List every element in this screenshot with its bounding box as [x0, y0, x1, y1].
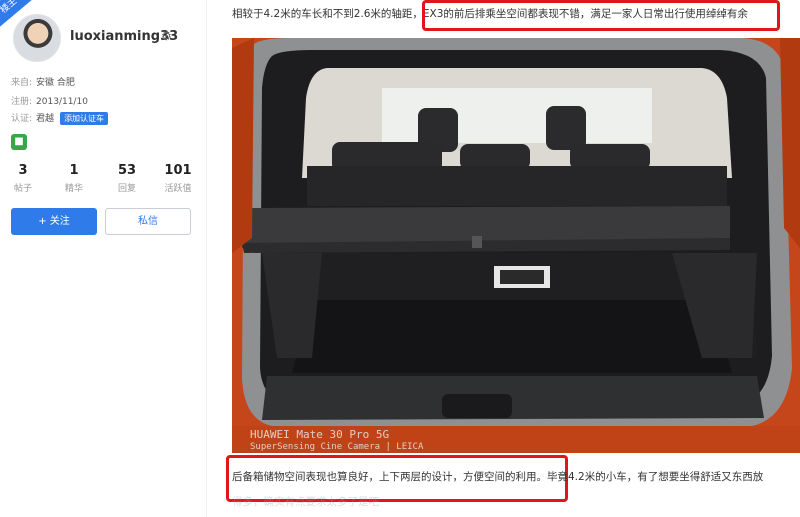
stat-label: 回复 — [117, 184, 136, 194]
car-badge-icon: ⚙ — [161, 29, 172, 43]
stat-label: 精华 — [64, 184, 83, 194]
camera-watermark-lens: SuperSensing Cine Camera | LEICA — [250, 442, 424, 452]
location-value: 安徽 合肥 — [36, 78, 75, 88]
stat-activity[interactable]: 101 活跃值 — [155, 163, 201, 194]
stat-posts[interactable]: 3 帖子 — [0, 163, 46, 194]
register-label: 注册: — [11, 97, 33, 107]
register-row: 注册: 2013/11/10 — [11, 94, 88, 107]
certification-row: 认证: 君越 添加认证车 — [11, 111, 109, 125]
stat-value: 101 — [164, 163, 192, 178]
follow-button[interactable]: + 关注 — [11, 208, 97, 235]
trunk-illustration — [232, 38, 800, 453]
stat-value: 3 — [18, 163, 28, 178]
post-paragraph-bottom: 后备箱储物空间表现也算良好，上下两层的设计，方便空间的利用。毕竟4.2米的小车，… — [232, 471, 764, 483]
medal-icon: ■ — [11, 134, 27, 150]
add-cert-car-button[interactable]: 添加认证车 — [60, 112, 109, 125]
camera-watermark-model: HUAWEI Mate 30 Pro 5G — [250, 428, 390, 441]
message-button[interactable]: 私信 — [105, 208, 191, 235]
stat-essence[interactable]: 1 精华 — [51, 163, 97, 194]
highlight-box-top — [422, 0, 780, 31]
stat-replies[interactable]: 53 回复 — [104, 163, 150, 194]
user-profile-sidebar: 楼主 luoxianming33 ⚙ 来自: 安徽 合肥 注册: 2013/11/1… — [0, 0, 207, 517]
post-paragraph-bottom-cut: 得多，确实有点要求太多了是吧 — [232, 496, 379, 508]
avatar[interactable] — [13, 14, 61, 62]
stat-value: 1 — [69, 163, 79, 178]
cert-label: 认证: — [11, 114, 33, 124]
stat-value: 53 — [117, 163, 137, 178]
cert-value: 君越 — [36, 114, 55, 124]
car-trunk-photo[interactable]: HUAWEI Mate 30 Pro 5G SuperSensing Cine … — [232, 38, 800, 453]
register-date: 2013/11/10 — [36, 97, 88, 107]
location-label: 来自: — [11, 78, 33, 88]
stat-label: 帖子 — [13, 184, 32, 194]
stat-label: 活跃值 — [164, 184, 192, 194]
location-row: 来自: 安徽 合肥 — [11, 75, 75, 88]
